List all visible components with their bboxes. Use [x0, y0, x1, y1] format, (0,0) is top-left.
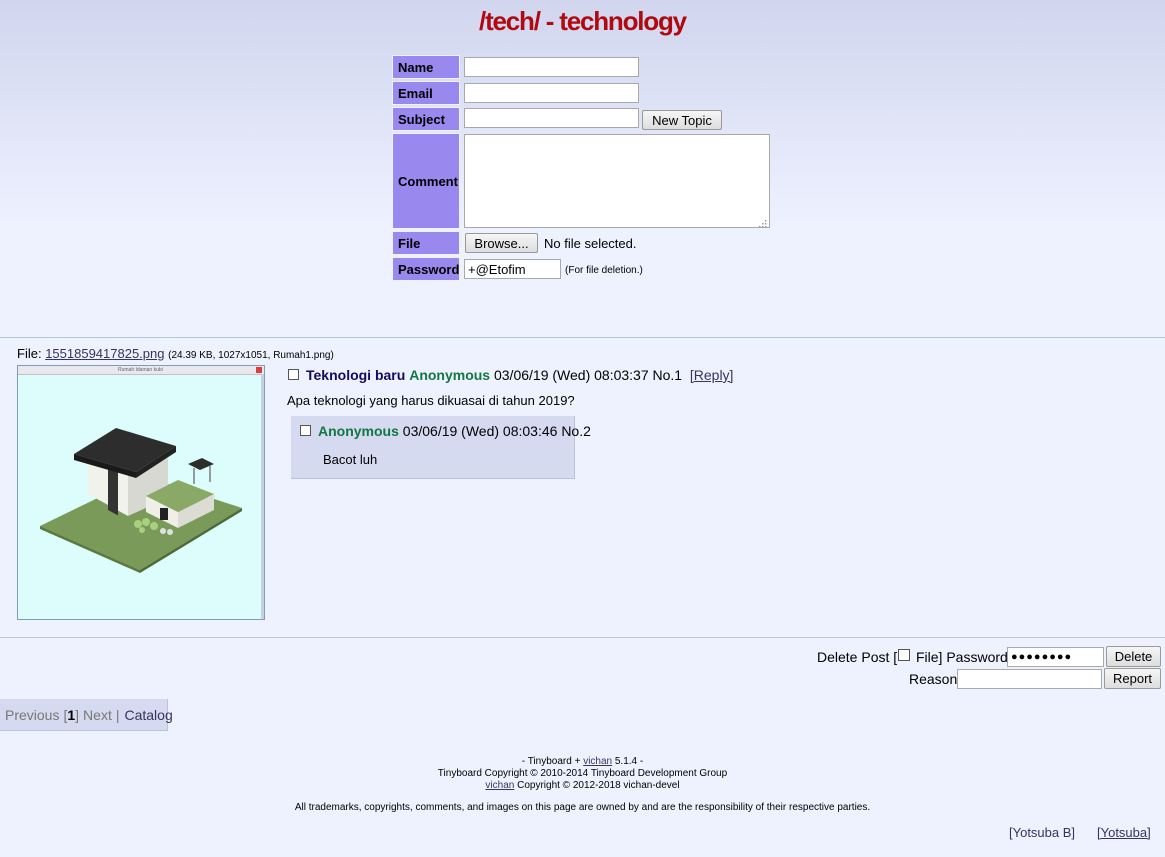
style-yotsuba-b[interactable]: [Yotsuba B] — [1009, 825, 1075, 840]
email-input[interactable] — [464, 83, 639, 103]
next-page: Next — [83, 706, 112, 723]
board-title: /tech/ - technology — [479, 6, 687, 36]
footer-version: - Tinyboard + vichan 5.1.4 - — [0, 756, 1165, 767]
comment-textarea[interactable] — [464, 134, 770, 228]
op-subject: Teknologi baru — [306, 367, 406, 383]
style-yotsuba[interactable]: [Yotsuba] — [1097, 825, 1151, 840]
reason-label: Reason — [909, 671, 958, 687]
footer-vichan-copyright-text: Copyright © 2012-2018 vichan-devel — [514, 780, 680, 791]
op-reply-link[interactable]: [Reply] — [690, 367, 734, 383]
file-status: No file selected. — [544, 236, 637, 251]
resize-grip-icon[interactable] — [758, 216, 767, 228]
report-button[interactable]: Report — [1104, 668, 1161, 689]
divider — [0, 637, 1165, 638]
reply-select-checkbox[interactable] — [300, 425, 311, 436]
house-image — [40, 428, 242, 573]
file-info: File: 1551859417825.png (24.39 KB, 1027x… — [17, 346, 334, 361]
op-body: Apa teknologi yang harus dikuasai di tah… — [287, 393, 575, 408]
previous-page: Previous — [5, 706, 60, 723]
delete-post-label: Delete Post [ — [817, 649, 898, 665]
reply-body: Bacot luh — [323, 452, 378, 467]
file-prefix: File: — [17, 346, 42, 361]
post-image-thumbnail[interactable]: Rumah Idaman kubi — [17, 365, 265, 620]
op-post-number[interactable]: No.1 — [653, 367, 683, 383]
op-select-checkbox[interactable] — [288, 369, 299, 380]
subject-input[interactable] — [464, 108, 639, 128]
file-label: File — [392, 231, 460, 255]
reason-input[interactable] — [957, 669, 1102, 689]
subject-label: Subject — [392, 107, 460, 131]
name-label: Name — [392, 55, 460, 79]
reply-date: 03/06/19 (Wed) 08:03:46 — [402, 423, 558, 439]
reply-name: Anonymous — [318, 423, 399, 439]
footer-disclaimer: All trademarks, copyrights, comments, an… — [294, 802, 871, 813]
reply-header: Anonymous 03/06/19 (Wed) 08:03:46 No.2 — [318, 423, 591, 439]
reply-post-number[interactable]: No.2 — [561, 423, 591, 439]
email-label: Email — [392, 81, 460, 105]
password-input[interactable] — [464, 259, 561, 279]
footer-version-prefix: - Tinyboard + — [521, 756, 584, 767]
delete-password-label: File] Password — [916, 649, 1008, 665]
delete-button[interactable]: Delete — [1106, 646, 1161, 667]
file-link[interactable]: 1551859417825.png — [45, 346, 164, 361]
page-1-link[interactable]: 1 — [67, 707, 75, 723]
footer-tinyboard-copyright: Tinyboard Copyright © 2010-2014 Tinyboar… — [437, 768, 728, 779]
browse-button[interactable]: Browse... — [465, 233, 538, 253]
new-topic-button[interactable]: New Topic — [642, 110, 722, 130]
delete-file-checkbox[interactable] — [898, 649, 910, 661]
pagination-separator: | — [115, 706, 120, 723]
footer-version-suffix: 5.1.4 - — [612, 756, 644, 767]
divider — [0, 337, 1165, 338]
op-date: 03/06/19 (Wed) 08:03:37 — [493, 367, 649, 383]
comment-label: Comment — [392, 133, 460, 229]
pagination: Previous [ 1 ] Next | Catalog — [0, 699, 173, 731]
vichan-devel-link[interactable]: vichan — [485, 780, 514, 791]
delete-password-input[interactable]: ●●●●●●●● — [1007, 647, 1104, 667]
name-input[interactable] — [464, 57, 639, 77]
pagination-close-bracket: ] — [75, 706, 80, 723]
catalog-link[interactable]: Catalog — [124, 707, 172, 723]
footer-vichan-copyright: vichan Copyright © 2012-2018 vichan-deve… — [0, 780, 1165, 791]
file-details: (24.39 KB, 1027x1051, Rumah1.png) — [168, 350, 334, 361]
vichan-link[interactable]: vichan — [583, 756, 612, 767]
password-note: (For file deletion.) — [565, 265, 643, 276]
reply-post: Anonymous 03/06/19 (Wed) 08:03:46 No.2 B… — [291, 416, 591, 479]
password-label: Password — [392, 257, 460, 281]
op-header: Teknologi baru Anonymous 03/06/19 (Wed) … — [306, 367, 733, 383]
op-name: Anonymous — [409, 367, 491, 383]
